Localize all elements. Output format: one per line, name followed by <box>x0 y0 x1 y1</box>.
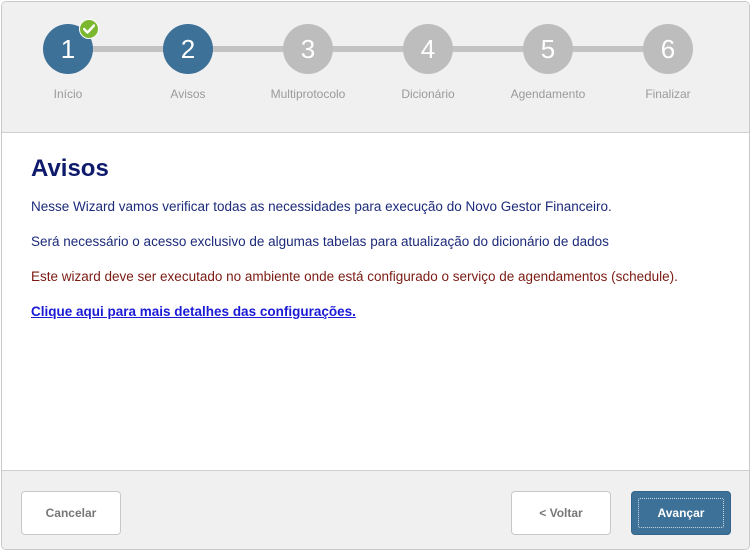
step-circle-1: 1 <box>43 19 99 74</box>
step-circle-5: 5 <box>523 24 573 74</box>
warning-paragraph: Este wizard deve ser executado no ambien… <box>31 269 678 284</box>
step-label-6: Finalizar <box>645 87 691 101</box>
cancel-button[interactable]: Cancelar <box>21 491 121 535</box>
step-number-1: 1 <box>60 34 76 64</box>
step-3: 3 Multiprotocolo <box>248 24 368 101</box>
step-6: 6 Finalizar <box>608 24 728 101</box>
step-label-5: Agendamento <box>510 87 586 101</box>
next-button[interactable]: Avançar <box>631 491 731 535</box>
wizard-dialog: 1 Início 2 Avisos 3 Multiprotocolo 4 Dic… <box>1 1 750 550</box>
step-label-1: Início <box>53 87 83 101</box>
step-5: 5 Agendamento <box>488 24 608 101</box>
back-button-label: < Voltar <box>539 506 583 520</box>
page-title: Avisos <box>31 155 109 182</box>
step-circle-2: 2 <box>163 24 213 74</box>
info-paragraph-2: Será necessário o acesso exclusivo de al… <box>31 234 609 249</box>
cancel-button-label: Cancelar <box>45 506 97 520</box>
step-label-4: Dicionário <box>401 87 455 101</box>
step-number-6: 6 <box>660 34 676 64</box>
wizard-footer: Cancelar < Voltar Avançar <box>2 470 749 549</box>
info-paragraph-1: Nesse Wizard vamos verificar todas as ne… <box>31 199 612 214</box>
step-number-5: 5 <box>540 34 556 64</box>
step-number-2: 2 <box>180 34 196 64</box>
step-label-2: Avisos <box>170 87 206 101</box>
wizard-content: Avisos Nesse Wizard vamos verificar toda… <box>2 133 749 471</box>
step-label-3: Multiprotocolo <box>270 87 346 101</box>
check-icon <box>79 19 99 39</box>
back-button[interactable]: < Voltar <box>511 491 611 535</box>
next-button-label: Avançar <box>657 506 705 520</box>
wizard-stepper: 1 Início 2 Avisos 3 Multiprotocolo 4 Dic… <box>2 2 749 133</box>
step-number-3: 3 <box>300 34 316 64</box>
step-circle-3: 3 <box>283 24 333 74</box>
config-details-link[interactable]: Clique aqui para mais detalhes das confi… <box>31 304 356 319</box>
step-circle-6: 6 <box>643 24 693 74</box>
step-2: 2 Avisos <box>128 24 248 101</box>
step-number-4: 4 <box>420 34 436 64</box>
step-4: 4 Dicionário <box>368 24 488 101</box>
step-circle-4: 4 <box>403 24 453 74</box>
step-1: 1 Início <box>8 19 128 101</box>
